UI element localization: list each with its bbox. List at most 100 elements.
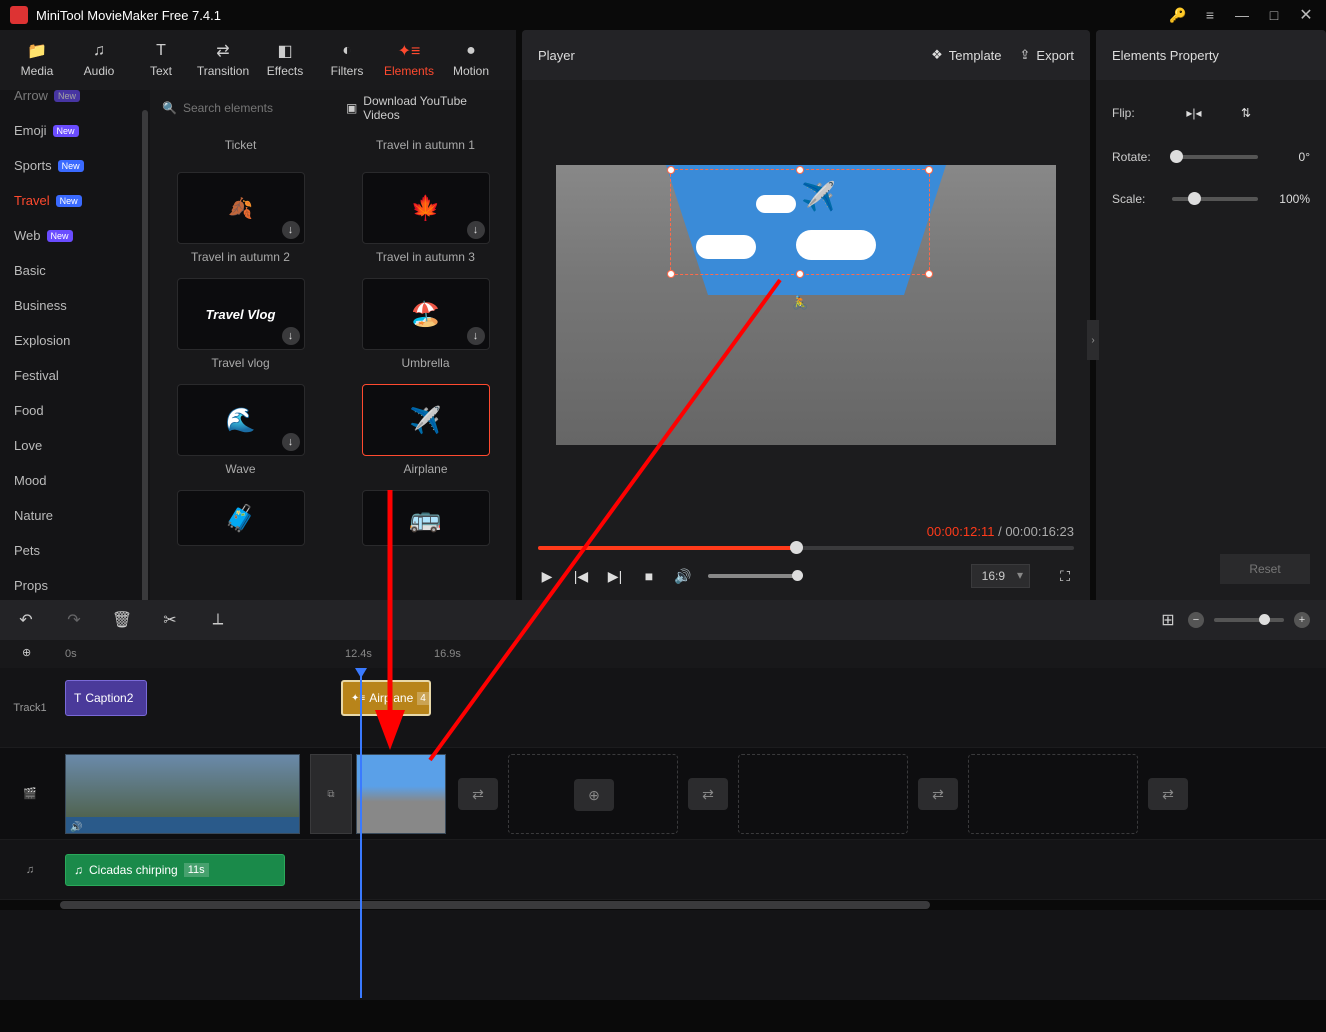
rotate-slider[interactable]: [1172, 155, 1258, 159]
horizontal-scrollbar[interactable]: [0, 900, 1326, 910]
swap-button[interactable]: ⇄: [918, 778, 958, 810]
thumb-wave[interactable]: 🌊↓: [177, 384, 305, 456]
swap-button[interactable]: ⇄: [1148, 778, 1188, 810]
tab-text[interactable]: TText: [130, 32, 192, 88]
player-panel: Player ❖Template ⇪Export ✈️ 🚴: [522, 30, 1090, 600]
scale-slider[interactable]: [1172, 197, 1258, 201]
key-icon[interactable]: 🔑: [1168, 5, 1188, 25]
export-button[interactable]: ⇪Export: [1020, 47, 1074, 63]
crop-button[interactable]: ⟂: [208, 610, 228, 630]
thumb-autumn3[interactable]: 🍁↓: [362, 172, 490, 244]
category-festival[interactable]: Festival: [0, 358, 150, 393]
reset-button[interactable]: Reset: [1220, 554, 1310, 584]
drop-zone[interactable]: [968, 754, 1138, 834]
transition-icon: ⇄: [214, 42, 232, 60]
maximize-button[interactable]: □: [1264, 5, 1284, 25]
add-track-button[interactable]: ⊕: [22, 646, 31, 659]
zoom-slider[interactable]: [1214, 618, 1284, 622]
tab-elements[interactable]: ✦≡Elements: [378, 32, 440, 88]
category-emoji[interactable]: EmojiNew: [0, 113, 150, 148]
download-youtube-button[interactable]: ▣ Download YouTube Videos: [346, 94, 504, 122]
stop-button[interactable]: ■: [640, 567, 658, 585]
export-icon: ⇪: [1020, 47, 1031, 63]
text-icon: T: [152, 42, 170, 60]
zoom-out-button[interactable]: −: [1188, 612, 1204, 628]
category-business[interactable]: Business: [0, 288, 150, 323]
prev-button[interactable]: |◀: [572, 567, 590, 585]
collapse-properties-button[interactable]: ›: [1087, 320, 1099, 360]
minimize-button[interactable]: —: [1232, 5, 1252, 25]
thumb-vlog[interactable]: Travel Vlog↓: [177, 278, 305, 350]
menu-icon[interactable]: ≡: [1200, 5, 1220, 25]
tab-transition[interactable]: ⇄Transition: [192, 32, 254, 88]
search-input[interactable]: 🔍: [162, 101, 338, 115]
thumbnail-grid[interactable]: 🔍 ▣ Download YouTube Videos Ticket Trave…: [150, 90, 516, 600]
tab-media[interactable]: 📁Media: [6, 32, 68, 88]
volume-slider[interactable]: [708, 574, 798, 578]
audio-clip[interactable]: ♫ Cicadas chirping 11s: [65, 854, 285, 886]
category-pets[interactable]: Pets: [0, 533, 150, 568]
library-tabs: 📁Media ♫Audio TText ⇄Transition ◧Effects…: [0, 30, 516, 90]
category-food[interactable]: Food: [0, 393, 150, 428]
category-nature[interactable]: Nature: [0, 498, 150, 533]
download-icon[interactable]: ↓: [467, 327, 485, 345]
swap-button[interactable]: ⇄: [688, 778, 728, 810]
volume-icon[interactable]: 🔊: [674, 567, 692, 585]
caption-clip[interactable]: T Caption2: [65, 680, 147, 716]
delete-button[interactable]: 🗑: [112, 610, 132, 630]
aspect-ratio-select[interactable]: 16:9: [971, 564, 1030, 588]
tab-motion[interactable]: ●Motion: [440, 32, 502, 88]
tab-filters[interactable]: ◐Filters: [316, 32, 378, 88]
music-icon: ♫: [74, 863, 83, 877]
category-mood[interactable]: Mood: [0, 463, 150, 498]
category-travel[interactable]: TravelNew: [0, 183, 150, 218]
timeline-ruler[interactable]: ⊕ 0s 12.4s 16.9s: [0, 640, 1326, 668]
download-icon[interactable]: ↓: [467, 221, 485, 239]
fullscreen-button[interactable]: ⛶: [1056, 567, 1074, 585]
swap-button[interactable]: ⇄: [458, 778, 498, 810]
video-clip-1[interactable]: 🔊: [65, 754, 300, 834]
undo-button[interactable]: ↶: [16, 610, 36, 630]
category-basic[interactable]: Basic: [0, 253, 150, 288]
next-button[interactable]: ▶|: [606, 567, 624, 585]
fit-button[interactable]: ⊞: [1158, 610, 1178, 630]
sparkle-icon: ✦≡: [351, 693, 365, 704]
category-sports[interactable]: SportsNew: [0, 148, 150, 183]
thumb-airplane[interactable]: ✈️: [362, 384, 490, 456]
flip-label: Flip:: [1112, 106, 1162, 120]
drop-zone[interactable]: ⊕: [508, 754, 678, 834]
thumb-autumn2[interactable]: 🍂↓: [177, 172, 305, 244]
play-button[interactable]: ▶: [538, 567, 556, 585]
download-icon[interactable]: ↓: [282, 433, 300, 451]
close-button[interactable]: ✕: [1296, 5, 1316, 25]
category-arrow[interactable]: ArrowNew: [0, 90, 150, 113]
category-list[interactable]: ArrowNewEmojiNewSportsNewTravelNewWebNew…: [0, 90, 150, 600]
download-icon[interactable]: ↓: [282, 221, 300, 239]
playback-track[interactable]: 00:00:12:11 / 00:00:16:23: [538, 546, 1074, 550]
thumb-umbrella[interactable]: 🏖️↓: [362, 278, 490, 350]
element-clip[interactable]: ✦≡ Airplane 4: [341, 680, 431, 716]
split-button[interactable]: ✂: [160, 610, 180, 630]
category-love[interactable]: Love: [0, 428, 150, 463]
thumb-luggage[interactable]: 🧳: [177, 490, 305, 546]
video-clip-2[interactable]: [356, 754, 446, 834]
redo-button[interactable]: ↷: [64, 610, 84, 630]
download-icon[interactable]: ↓: [282, 327, 300, 345]
video-preview[interactable]: ✈️ 🚴: [556, 165, 1056, 445]
scrollbar[interactable]: [142, 110, 148, 600]
template-button[interactable]: ❖Template: [931, 47, 1001, 63]
playhead[interactable]: [360, 668, 362, 998]
motion-icon: ●: [462, 42, 480, 60]
category-props[interactable]: Props: [0, 568, 150, 600]
titlebar: MiniTool MovieMaker Free 7.4.1 🔑 ≡ — □ ✕: [0, 0, 1326, 30]
thumb-bus[interactable]: 🚌: [362, 490, 490, 546]
category-explosion[interactable]: Explosion: [0, 323, 150, 358]
transition-clip[interactable]: ⧉: [310, 754, 352, 834]
drop-zone[interactable]: [738, 754, 908, 834]
flip-vertical-button[interactable]: ⇅: [1234, 104, 1258, 122]
flip-horizontal-button[interactable]: ▸|◂: [1182, 104, 1206, 122]
zoom-in-button[interactable]: +: [1294, 612, 1310, 628]
tab-audio[interactable]: ♫Audio: [68, 32, 130, 88]
category-web[interactable]: WebNew: [0, 218, 150, 253]
tab-effects[interactable]: ◧Effects: [254, 32, 316, 88]
